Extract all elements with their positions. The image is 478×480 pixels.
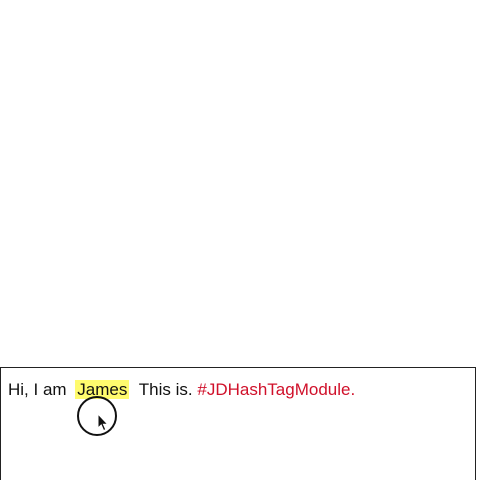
text-line: Hi, I am James This is. #JDHashTagModule…: [8, 379, 355, 401]
greeting-text: Hi, I am: [8, 380, 67, 399]
hashtag-link[interactable]: #JDHashTagModule.: [197, 380, 355, 399]
middle-text: This is.: [138, 380, 193, 399]
cursor-arrow-icon: [97, 413, 109, 432]
app-screen: Hi, I am James This is. #JDHashTagModule…: [0, 0, 478, 480]
hashtag-text-view[interactable]: Hi, I am James This is. #JDHashTagModule…: [0, 367, 476, 480]
empty-content-area: [0, 0, 478, 367]
